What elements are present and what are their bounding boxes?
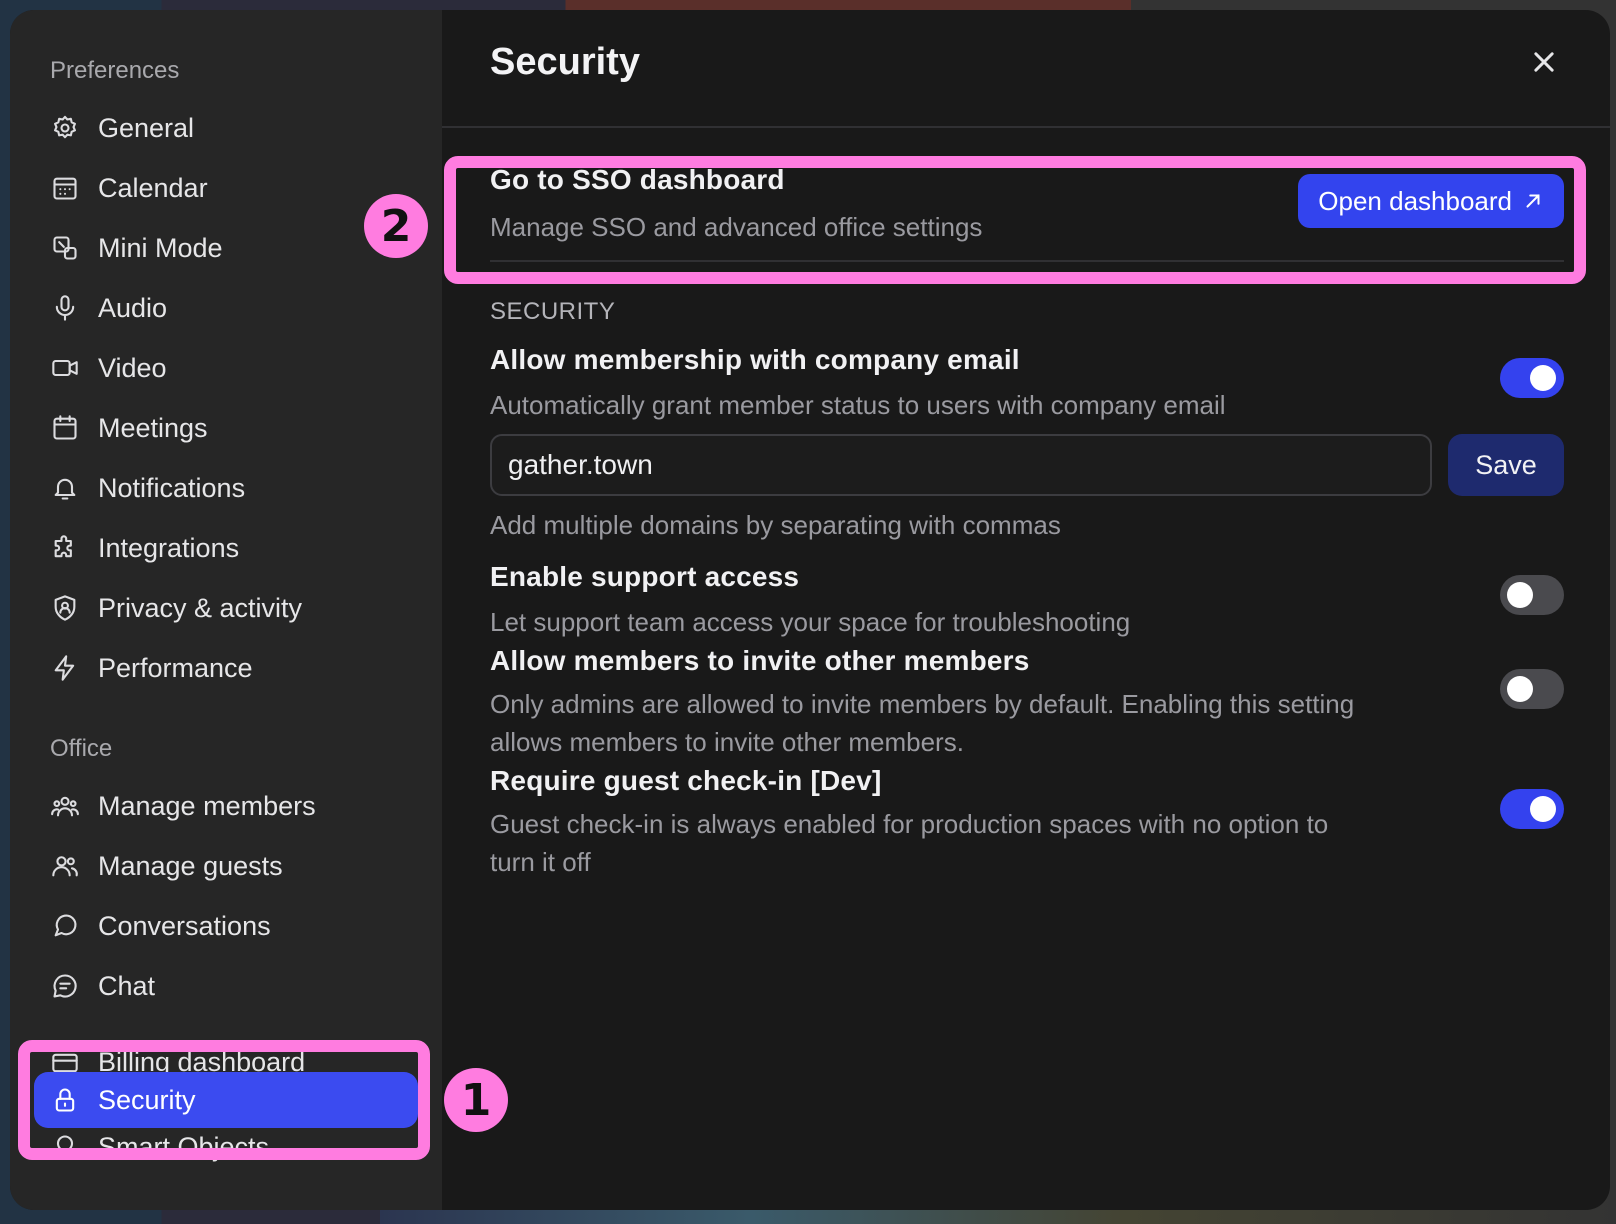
sidebar-item-label: Calendar: [98, 172, 208, 203]
sso-text: Go to SSO dashboard Manage SSO and advan…: [490, 164, 982, 246]
save-button[interactable]: Save: [1448, 434, 1564, 496]
puzzle-icon: [50, 533, 80, 563]
conversations-icon: [50, 911, 80, 941]
close-icon: [1534, 52, 1554, 72]
members-invite-toggle[interactable]: [1500, 669, 1564, 709]
toggle-knob: [1507, 582, 1533, 608]
sidebar-item-label: General: [98, 112, 195, 143]
setting-description: Only admins are allowed to invite member…: [490, 689, 1355, 757]
sidebar-item-performance[interactable]: Performance: [10, 638, 442, 698]
sidebar-item-label: Billing dashboard: [98, 1047, 306, 1072]
sidebar-item-label: Meetings: [98, 412, 208, 443]
sso-dashboard-row: Go to SSO dashboard Manage SSO and advan…: [490, 164, 1564, 262]
setting-text: Allow membership with company email Auto…: [490, 344, 1500, 424]
sidebar-item-audio[interactable]: Audio: [10, 278, 442, 338]
company-email-toggle[interactable]: [1500, 358, 1564, 398]
sidebar-item-smart-objects[interactable]: Smart Objects: [10, 1128, 442, 1168]
setting-guest-checkin: Require guest check-in [Dev] Guest check…: [490, 765, 1564, 881]
preferences-section-label: Preferences: [50, 57, 180, 84]
domain-hint: Add multiple domains by separating with …: [490, 510, 1061, 540]
sidebar-item-label: Manage guests: [98, 850, 283, 881]
sidebar-item-label: Privacy & activity: [98, 592, 303, 623]
chat-icon: [50, 971, 80, 1001]
support-access-toggle[interactable]: [1500, 575, 1564, 615]
annotation-badge-1: 1: [444, 1068, 508, 1132]
sidebar-item-chat[interactable]: Chat: [10, 956, 442, 1016]
setting-members-invite: Allow members to invite other members On…: [490, 645, 1564, 761]
sidebar-item-label: Conversations: [98, 910, 271, 941]
settings-modal: Preferences General Calendar Mini Mode A…: [10, 10, 1610, 1210]
sidebar-item-label: Security: [98, 1084, 196, 1115]
toggle-knob: [1530, 796, 1556, 822]
setting-title: Require guest check-in [Dev]: [490, 765, 882, 796]
microphone-icon: [50, 293, 80, 323]
setting-description: Guest check-in is always enabled for pro…: [490, 809, 1329, 877]
domain-input-row: Save: [490, 434, 1564, 496]
members-icon: [50, 791, 80, 821]
meetings-calendar-icon: [50, 413, 80, 443]
sidebar-item-meetings[interactable]: Meetings: [10, 398, 442, 458]
toggle-knob: [1507, 676, 1533, 702]
calendar-icon: [50, 173, 80, 203]
guests-icon: [50, 851, 80, 881]
panel-content: Go to SSO dashboard Manage SSO and advan…: [442, 128, 1610, 881]
sidebar-item-integrations[interactable]: Integrations: [10, 518, 442, 578]
sidebar-item-label: Manage members: [98, 790, 316, 821]
sidebar-item-notifications[interactable]: Notifications: [10, 458, 442, 518]
sso-title: Go to SSO dashboard: [490, 164, 785, 195]
sidebar-item-label: Chat: [98, 970, 156, 1001]
setting-support-access: Enable support access Let support team a…: [490, 561, 1564, 641]
smart-objects-icon: [50, 1132, 80, 1162]
panel-header: Security: [442, 10, 1610, 128]
sidebar-item-label: Integrations: [98, 532, 240, 563]
setting-text: Enable support access Let support team a…: [490, 561, 1500, 641]
sidebar-item-manage-guests[interactable]: Manage guests: [10, 836, 442, 896]
setting-title: Allow membership with company email: [490, 344, 1020, 375]
open-dashboard-button[interactable]: Open dashboard: [1298, 174, 1564, 228]
sso-description: Manage SSO and advanced office settings: [490, 212, 983, 242]
guest-checkin-toggle[interactable]: [1500, 789, 1564, 829]
open-dashboard-label: Open dashboard: [1318, 185, 1512, 216]
sidebar-item-security[interactable]: Security: [34, 1072, 418, 1128]
setting-company-email: Allow membership with company email Auto…: [490, 344, 1564, 424]
settings-main-panel: Security Go to SSO dashboard Manage SSO …: [442, 10, 1610, 1210]
close-button[interactable]: [1524, 42, 1564, 82]
billing-icon: [50, 1048, 80, 1072]
external-arrow-icon: [1526, 194, 1540, 208]
sidebar-item-conversations[interactable]: Conversations: [10, 896, 442, 956]
annotation-badge-2: 2: [364, 194, 428, 258]
toggle-knob: [1530, 365, 1556, 391]
sidebar-item-billing-dashboard[interactable]: Billing dashboard: [10, 1016, 442, 1072]
sidebar-item-general[interactable]: General: [10, 98, 442, 158]
security-section-heading: SECURITY: [490, 298, 616, 325]
sidebar-item-privacy[interactable]: Privacy & activity: [10, 578, 442, 638]
sidebar-item-video[interactable]: Video: [10, 338, 442, 398]
bell-icon: [50, 473, 80, 503]
lock-icon: [50, 1085, 80, 1115]
sidebar-item-label: Mini Mode: [98, 232, 223, 263]
mini-mode-icon: [50, 233, 80, 263]
settings-sidebar: Preferences General Calendar Mini Mode A…: [10, 10, 442, 1210]
setting-title: Allow members to invite other members: [490, 645, 1030, 676]
sidebar-item-label: Smart Objects: [98, 1132, 270, 1162]
gear-icon: [50, 113, 80, 143]
sidebar-item-label: Performance: [98, 652, 253, 683]
setting-text: Require guest check-in [Dev] Guest check…: [490, 765, 1370, 881]
sidebar-item-label: Video: [98, 352, 167, 383]
setting-text: Allow members to invite other members On…: [490, 645, 1370, 761]
sidebar-item-label: Notifications: [98, 472, 246, 503]
shield-icon: [50, 593, 80, 623]
lightning-icon: [50, 653, 80, 683]
sidebar-item-label: Audio: [98, 292, 168, 323]
video-camera-icon: [50, 353, 80, 383]
office-section-label: Office: [50, 735, 113, 762]
domain-input[interactable]: [490, 434, 1432, 496]
setting-title: Enable support access: [490, 561, 800, 592]
sidebar-item-manage-members[interactable]: Manage members: [10, 776, 442, 836]
setting-description: Let support team access your space for t…: [490, 607, 1131, 637]
page-title: Security: [490, 40, 640, 83]
setting-description: Automatically grant member status to use…: [490, 390, 1226, 420]
